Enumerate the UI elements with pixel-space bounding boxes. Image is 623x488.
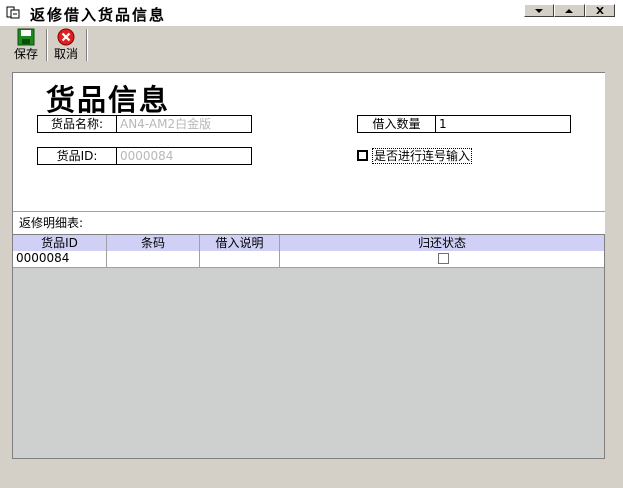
cancel-button[interactable]: 取消 (46, 28, 86, 62)
close-icon[interactable] (584, 4, 615, 17)
return-status-checkbox[interactable] (438, 253, 449, 264)
repair-detail-header: 返修明细表: (12, 211, 605, 234)
column-header-product-id[interactable]: 货品ID (13, 235, 107, 251)
serial-input-checkbox-label[interactable]: 是否进行连号输入 (372, 148, 473, 164)
page-title: 货品信息 (46, 83, 171, 117)
window-controls (524, 4, 615, 17)
borrow-qty-field[interactable]: 1 (436, 115, 571, 133)
save-button[interactable]: 保存 (6, 28, 46, 62)
cancel-button-label: 取消 (53, 47, 78, 61)
product-name-field[interactable]: AN4-AM2白金版 (117, 115, 252, 133)
cell-return-status[interactable] (280, 251, 604, 267)
cell-borrow-note[interactable] (200, 251, 280, 267)
toolbar-separator (86, 29, 88, 61)
column-header-borrow-note[interactable]: 借入说明 (200, 235, 280, 251)
product-id-label: 货品ID: (37, 147, 117, 165)
toolbar: 保存 取消 (0, 26, 623, 64)
product-id-field[interactable]: 0000084 (117, 147, 252, 165)
column-header-barcode[interactable]: 条码 (107, 235, 200, 251)
product-info-panel: 货品信息 货品名称: AN4-AM2白金版 货品ID: 0000084 借入数量… (12, 72, 605, 211)
product-name-label: 货品名称: (37, 115, 117, 133)
floppy-disk-icon (17, 28, 35, 46)
cell-product-id[interactable]: 0000084 (13, 251, 107, 267)
serial-input-checkbox[interactable] (357, 150, 368, 161)
column-header-return-status[interactable]: 归还状态 (280, 235, 604, 251)
repair-detail-grid[interactable]: 货品ID 条码 借入说明 归还状态 0000084 (12, 234, 605, 459)
save-button-label: 保存 (13, 47, 38, 61)
title-bar: 返修借入货品信息 (0, 0, 623, 26)
restore-icon[interactable] (554, 4, 585, 17)
borrow-qty-label: 借入数量 (357, 115, 436, 133)
window-title: 返修借入货品信息 (30, 6, 167, 24)
cell-barcode[interactable] (107, 251, 200, 267)
grid-header: 货品ID 条码 借入说明 归还状态 (13, 235, 604, 251)
minimize-icon[interactable] (524, 4, 555, 17)
red-x-icon (57, 28, 75, 46)
table-row[interactable]: 0000084 (13, 251, 604, 268)
window-app-icon (6, 6, 20, 19)
